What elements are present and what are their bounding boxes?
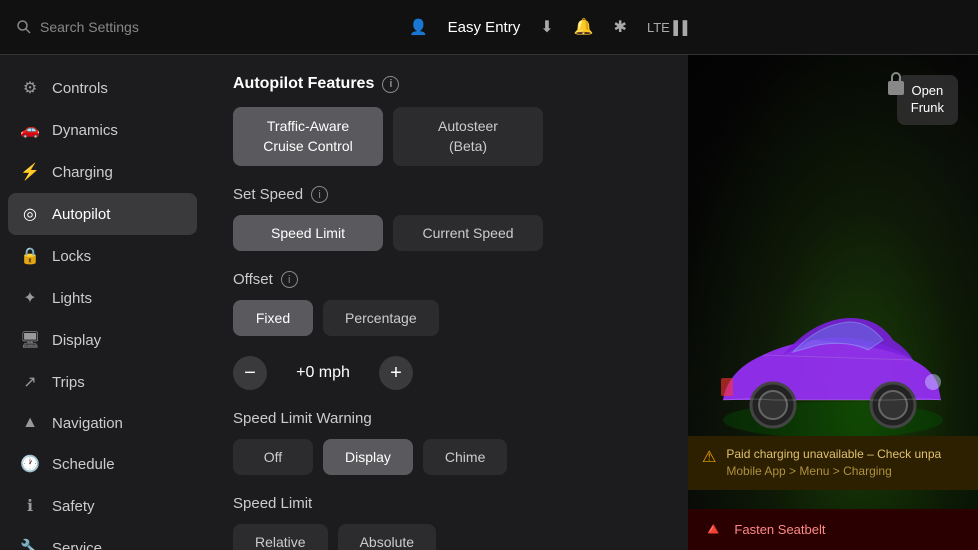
bell-icon: 🔔 [574,17,594,37]
autosteer-button[interactable]: Autosteer(Beta) [393,107,543,166]
sidebar-label-locks: Locks [52,248,91,265]
set-speed-group: Speed Limit Current Speed [233,215,660,251]
sidebar-item-display[interactable]: 🖥 Display [0,319,205,361]
plus-icon: + [390,362,402,385]
easy-entry-label[interactable]: Easy Entry [448,19,521,36]
content-area: Autopilot Features i Traffic-AwareCruise… [205,55,688,550]
sidebar-item-locks[interactable]: 🔒 Locks [0,235,205,277]
warning-chime-button[interactable]: Chime [423,439,507,475]
trips-icon: ↗ [20,372,40,392]
autopilot-features-group: Traffic-AwareCruise Control Autosteer(Be… [233,107,660,166]
top-center: 👤 Easy Entry ⬇ 🔔 ✱ LTE ▌▌ [139,17,962,37]
open-frunk-line2: Frunk [911,100,944,115]
locks-icon: 🔒 [20,246,40,266]
warning-icon: ⚠ [702,447,716,467]
sidebar-item-trips[interactable]: ↗ Trips [0,361,205,403]
display-icon: 🖥 [20,330,40,350]
lights-icon: ✦ [20,288,40,308]
speed-limit-warning-group: Off Display Chime [233,439,660,475]
sidebar-item-autopilot[interactable]: ◎ Autopilot [8,193,197,235]
notif-line2: Mobile App > Menu > Charging [726,463,941,480]
seatbelt-icon: 🔺 [702,519,724,540]
sidebar-item-safety[interactable]: ℹ Safety [0,485,205,527]
autopilot-info-icon[interactable]: i [382,76,399,93]
speed-limit-button[interactable]: Speed Limit [233,215,383,251]
sidebar: ⚙ Controls 🚗 Dynamics ⚡ Charging ◎ Autop… [0,55,205,550]
sidebar-item-service[interactable]: 🔧 Service [0,527,205,550]
set-speed-info-icon[interactable]: i [311,186,328,203]
main-layout: ⚙ Controls 🚗 Dynamics ⚡ Charging ◎ Autop… [0,55,978,550]
right-panel: Open Frunk [688,55,978,550]
service-icon: 🔧 [20,538,40,550]
sidebar-label-controls: Controls [52,80,108,97]
sidebar-item-charging[interactable]: ⚡ Charging [0,151,205,193]
sidebar-item-dynamics[interactable]: 🚗 Dynamics [0,109,205,151]
speed-limit-type-group: Relative Absolute [233,524,660,550]
percentage-button[interactable]: Percentage [323,300,439,336]
sidebar-label-schedule: Schedule [52,456,115,473]
current-speed-button[interactable]: Current Speed [393,215,543,251]
offset-title: Offset i [233,271,660,288]
notification-text: Paid charging unavailable – Check unpa M… [726,446,941,480]
sidebar-label-trips: Trips [52,374,85,391]
open-frunk-line1: Open [911,83,943,98]
sidebar-label-dynamics: Dynamics [52,122,118,139]
controls-icon: ⚙ [20,78,40,98]
autopilot-features-title: Autopilot Features i [233,75,660,93]
charging-icon: ⚡ [20,162,40,182]
offset-minus-button[interactable]: − [233,356,267,390]
search-area[interactable]: Search Settings [16,19,139,35]
sidebar-item-schedule[interactable]: 🕐 Schedule [0,443,205,485]
notif-line1: Paid charging unavailable – Check unpa [726,446,941,463]
sidebar-item-navigation[interactable]: ▲ Navigation [0,403,205,443]
sidebar-label-safety: Safety [52,498,95,515]
tacc-button[interactable]: Traffic-AwareCruise Control [233,107,383,166]
absolute-button[interactable]: Absolute [338,524,436,550]
notification-bar: ⚠ Paid charging unavailable – Check unpa… [688,436,978,490]
person-icon: 👤 [409,18,428,36]
warning-off-button[interactable]: Off [233,439,313,475]
bluetooth-icon: ✱ [614,17,627,37]
relative-button[interactable]: Relative [233,524,328,550]
fasten-seatbelt-bar: 🔺 Fasten Seatbelt [688,509,978,550]
offset-plus-button[interactable]: + [379,356,413,390]
navigation-icon: ▲ [20,414,40,432]
safety-icon: ℹ [20,496,40,516]
warning-display-button[interactable]: Display [323,439,413,475]
lock-icon [884,69,908,102]
search-placeholder: Search Settings [40,19,139,35]
car-svg [693,290,973,450]
download-icon: ⬇ [540,17,553,37]
offset-control: − +0 mph + [233,356,660,390]
sidebar-item-controls[interactable]: ⚙ Controls [0,67,205,109]
search-icon [16,19,32,35]
sidebar-item-lights[interactable]: ✦ Lights [0,277,205,319]
sidebar-label-lights: Lights [52,290,92,307]
offset-value: +0 mph [283,364,363,382]
fasten-seatbelt-label: Fasten Seatbelt [734,522,825,537]
sidebar-label-navigation: Navigation [52,415,123,432]
schedule-icon: 🕐 [20,454,40,474]
speed-limit-title: Speed Limit [233,495,660,512]
sidebar-label-charging: Charging [52,164,113,181]
sidebar-label-service: Service [52,540,102,550]
dynamics-icon: 🚗 [20,120,40,140]
autopilot-icon: ◎ [20,204,40,224]
offset-info-icon[interactable]: i [281,271,298,288]
offset-type-group: Fixed Percentage [233,300,660,336]
set-speed-title: Set Speed i [233,186,660,203]
minus-icon: − [244,362,256,385]
sidebar-label-display: Display [52,332,101,349]
signal-icon: LTE ▌▌ [647,20,692,35]
speed-limit-warning-title: Speed Limit Warning [233,410,660,427]
top-bar: Search Settings 👤 Easy Entry ⬇ 🔔 ✱ LTE ▌… [0,0,978,55]
sidebar-label-autopilot: Autopilot [52,206,110,223]
fixed-button[interactable]: Fixed [233,300,313,336]
